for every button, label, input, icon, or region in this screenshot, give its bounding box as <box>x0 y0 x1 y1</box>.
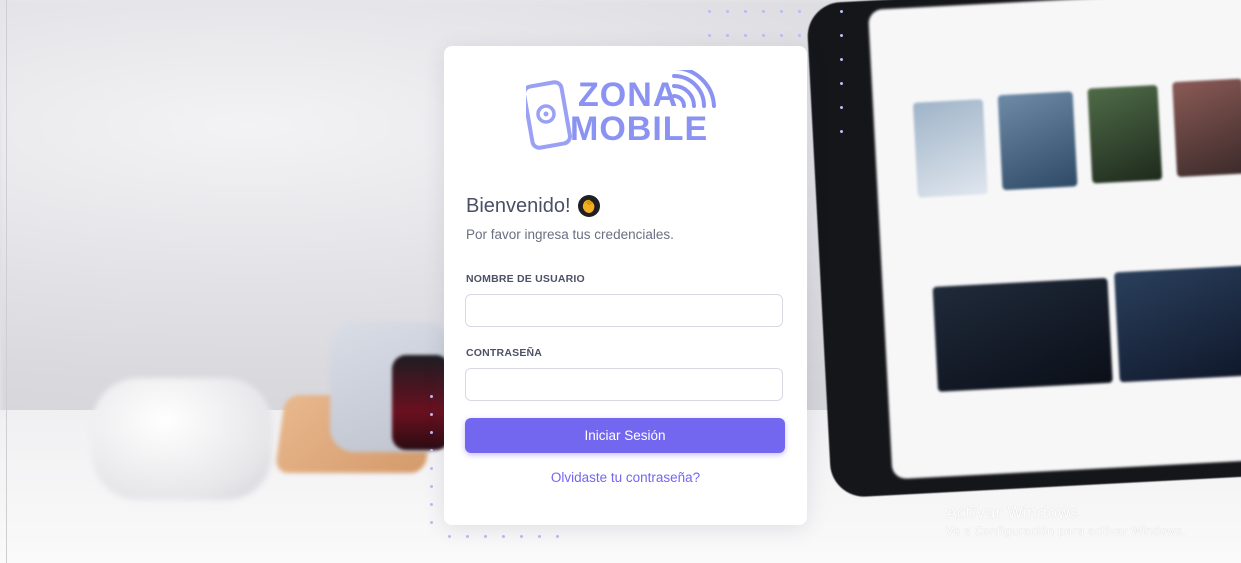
login-card: ZONA MOBILE Bienvenido! Por favor ingres… <box>444 46 807 525</box>
zona-mobile-logo: ZONA MOBILE <box>522 65 726 154</box>
welcome-subtitle: Por favor ingresa tus credenciales. <box>466 227 674 242</box>
logo-text-zona: ZONA <box>578 76 679 114</box>
smartwatch-face-image <box>392 355 450 450</box>
welcome-heading: Bienvenido! <box>466 194 601 218</box>
password-label: CONTRASEÑA <box>466 347 543 359</box>
waving-hand-icon <box>577 195 600 217</box>
tablet-screen-image <box>868 0 1241 480</box>
password-input[interactable] <box>465 368 783 401</box>
watermark-subtitle: Ve a Configuración para activar Windows. <box>946 524 1186 538</box>
login-button[interactable]: Iniciar Sesión <box>465 418 785 453</box>
username-input[interactable] <box>465 294 783 327</box>
username-label: NOMBRE DE USUARIO <box>466 273 585 285</box>
windows-activation-watermark: Activar Windows Ve a Configuración para … <box>946 503 1186 538</box>
welcome-text: Bienvenido! <box>466 194 571 217</box>
airpods-case-image <box>92 378 272 500</box>
frame-line <box>6 0 7 563</box>
logo-text-mobile: MOBILE <box>570 110 709 148</box>
forgot-password-link[interactable]: Olvidaste tu contraseña? <box>444 470 807 485</box>
watermark-title: Activar Windows <box>946 503 1079 522</box>
